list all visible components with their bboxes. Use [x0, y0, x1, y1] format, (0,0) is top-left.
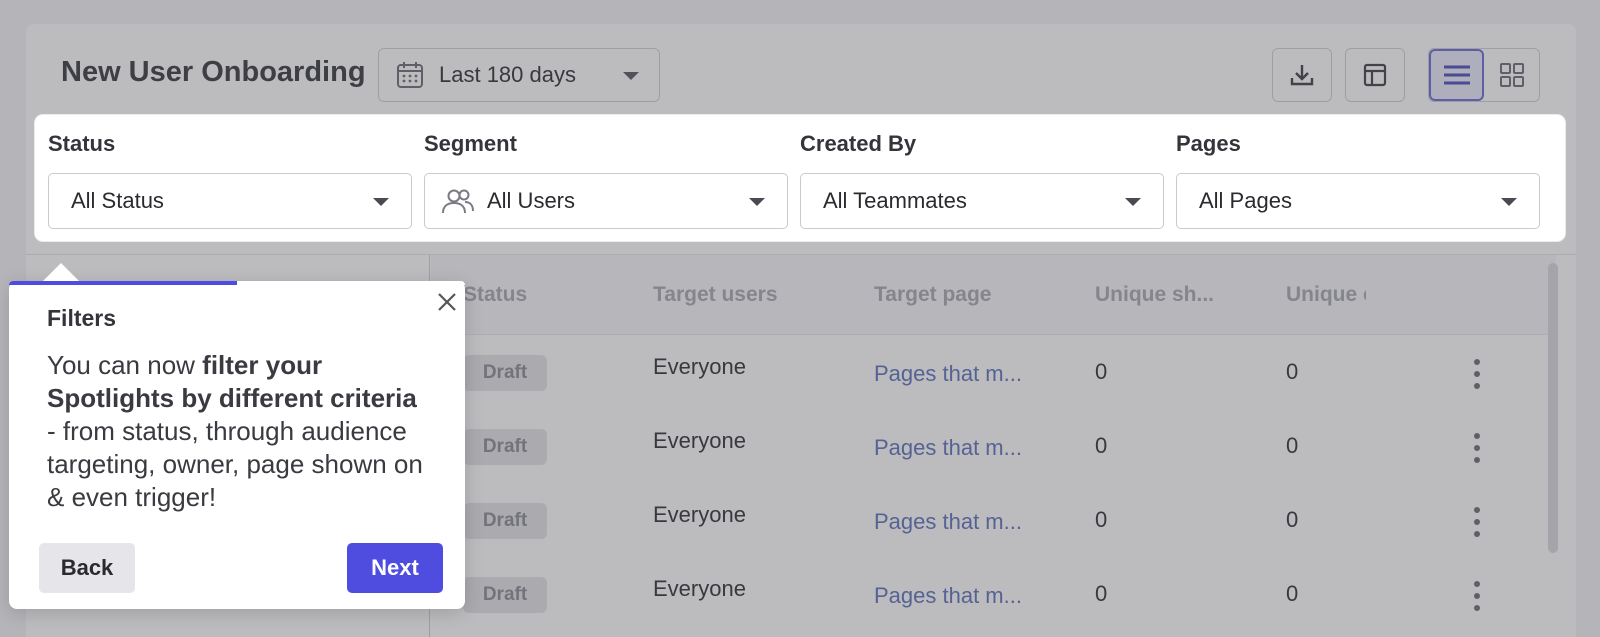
chevron-down-icon: [373, 198, 389, 206]
filter-label: Created By: [800, 131, 917, 156]
tour-progress-fill: [9, 281, 237, 285]
unique-shown-cell: 0: [1095, 433, 1108, 458]
column-header-status[interactable]: Status: [463, 283, 527, 307]
created-by-filter: Created By All Teammates: [800, 131, 1164, 229]
column-header-unique-engaged[interactable]: Unique e: [1286, 283, 1366, 307]
download-button[interactable]: [1272, 48, 1332, 102]
date-range-select[interactable]: Last 180 days: [378, 48, 660, 102]
grid-view-button[interactable]: [1484, 49, 1539, 101]
unique-engaged-cell: 0: [1286, 359, 1299, 384]
tooltip-title: Filters: [47, 305, 117, 331]
status-filter: Status All Status: [48, 131, 412, 229]
segment-filter-select[interactable]: All Users: [424, 173, 788, 229]
filter-value: All Users: [487, 188, 576, 213]
tooltip-body-intro: You can now: [47, 350, 203, 380]
list-view-icon: [1443, 65, 1470, 85]
more-options-icon[interactable]: [1471, 507, 1483, 537]
unique-shown-cell: 0: [1095, 359, 1108, 384]
tooltip-body-details: - from status, through audience targetin…: [47, 416, 423, 512]
table-row[interactable]: Draft Everyone Pages that m... 0 0: [431, 409, 1556, 483]
chevron-down-icon: [1501, 198, 1517, 206]
target-page-link[interactable]: Pages that m...: [874, 361, 1022, 387]
segment-filter: Segment All Users: [424, 131, 788, 229]
created-by-filter-select[interactable]: All Teammates: [800, 173, 1164, 229]
next-button[interactable]: Next: [347, 543, 443, 593]
target-page-link[interactable]: Pages that m...: [874, 435, 1022, 461]
chevron-down-icon: [623, 72, 639, 80]
close-icon[interactable]: [434, 289, 460, 315]
chevron-down-icon: [1125, 198, 1141, 206]
unique-engaged-cell: 0: [1286, 581, 1299, 606]
table-row[interactable]: Draft Everyone Pages that m... 0 0: [431, 483, 1556, 557]
unique-shown-cell: 0: [1095, 581, 1108, 606]
grid-view-icon: [1499, 63, 1524, 87]
unique-engaged-cell: 0: [1286, 507, 1299, 532]
columns-button[interactable]: [1345, 48, 1405, 102]
target-users-cell: Everyone: [653, 354, 746, 379]
more-options-icon[interactable]: [1471, 581, 1483, 611]
status-badge: Draft: [463, 577, 547, 613]
target-users-cell: Everyone: [653, 502, 746, 527]
unique-shown-cell: 0: [1095, 507, 1108, 532]
filter-value: All Status: [71, 188, 164, 213]
target-page-link[interactable]: Pages that m...: [874, 509, 1022, 535]
table-row[interactable]: Draft Everyone Pages that m... 0 0: [431, 557, 1556, 631]
tooltip-body: You can now filter your Spotlights by di…: [47, 349, 427, 514]
page-header: New User Onboarding Last 180 days: [26, 24, 1576, 114]
filter-value: All Pages: [1199, 188, 1292, 213]
unique-engaged-cell: 0: [1286, 433, 1299, 458]
column-header-unique-shown[interactable]: Unique sh...: [1095, 283, 1214, 307]
table-row[interactable]: Draft Everyone Pages that m... 0 0: [431, 335, 1556, 409]
status-badge: Draft: [463, 429, 547, 465]
calendar-icon: [397, 62, 423, 88]
tooltip-arrow: [43, 263, 79, 281]
vertical-scrollbar[interactable]: [1548, 263, 1558, 553]
status-filter-select[interactable]: All Status: [48, 173, 412, 229]
page-title: New User Onboarding: [61, 56, 366, 88]
tour-progress-bar: [9, 281, 465, 285]
column-header-target-page[interactable]: Target page: [874, 283, 991, 307]
back-button[interactable]: Back: [39, 543, 135, 593]
target-users-cell: Everyone: [653, 576, 746, 601]
more-options-icon[interactable]: [1471, 359, 1483, 389]
target-page-link[interactable]: Pages that m...: [874, 583, 1022, 609]
more-options-icon[interactable]: [1471, 433, 1483, 463]
onboarding-tooltip: Filters You can now filter your Spotligh…: [9, 263, 465, 609]
view-toggle: [1428, 48, 1540, 102]
users-icon: [442, 189, 474, 214]
pages-filter: Pages All Pages: [1176, 131, 1540, 229]
chevron-down-icon: [749, 198, 765, 206]
filter-value: All Teammates: [823, 188, 967, 213]
status-badge: Draft: [463, 355, 547, 391]
date-range-label: Last 180 days: [439, 62, 576, 87]
filter-label: Pages: [1176, 131, 1241, 156]
list-view-button[interactable]: [1429, 49, 1485, 101]
table-header: Status Target users Target page Unique s…: [431, 255, 1556, 335]
target-users-cell: Everyone: [653, 428, 746, 453]
pages-filter-select[interactable]: All Pages: [1176, 173, 1540, 229]
filters-bar: Status All Status Segment All Users Crea…: [35, 115, 1565, 241]
column-header-target-users[interactable]: Target users: [653, 283, 778, 307]
download-icon: [1290, 65, 1314, 86]
filter-label: Status: [48, 131, 116, 156]
filter-label: Segment: [424, 131, 517, 156]
columns-icon: [1363, 63, 1387, 87]
status-badge: Draft: [463, 503, 547, 539]
